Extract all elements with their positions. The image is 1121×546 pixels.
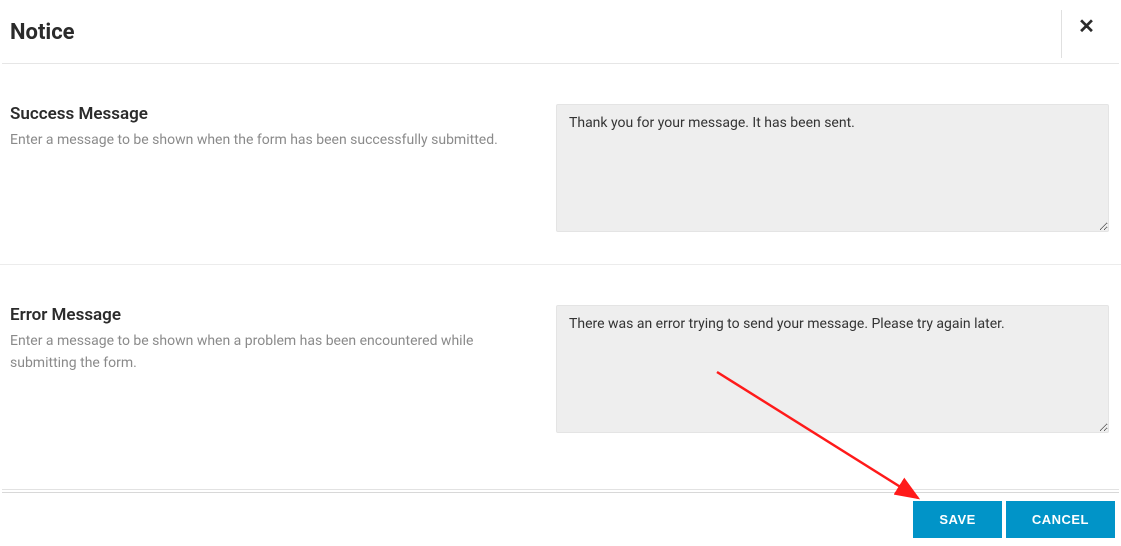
error-message-title: Error Message [10,305,532,325]
dialog-footer: SAVE CANCEL [0,489,1121,546]
close-icon[interactable]: ✕ [1078,16,1095,36]
error-message-section: Error Message Enter a message to be show… [0,264,1121,465]
cancel-button[interactable]: CANCEL [1006,501,1115,538]
success-message-input[interactable] [556,104,1109,232]
success-message-title: Success Message [10,104,532,124]
success-message-section: Success Message Enter a message to be sh… [0,64,1121,264]
footer-divider [2,489,1119,490]
success-message-description: Enter a message to be shown when the for… [10,130,532,152]
error-message-input[interactable] [556,305,1109,433]
error-message-description: Enter a message to be shown when a probl… [10,331,532,374]
dialog-title: Notice [10,10,1061,63]
dialog-header: Notice ✕ [0,0,1121,63]
save-button[interactable]: SAVE [913,501,1001,538]
